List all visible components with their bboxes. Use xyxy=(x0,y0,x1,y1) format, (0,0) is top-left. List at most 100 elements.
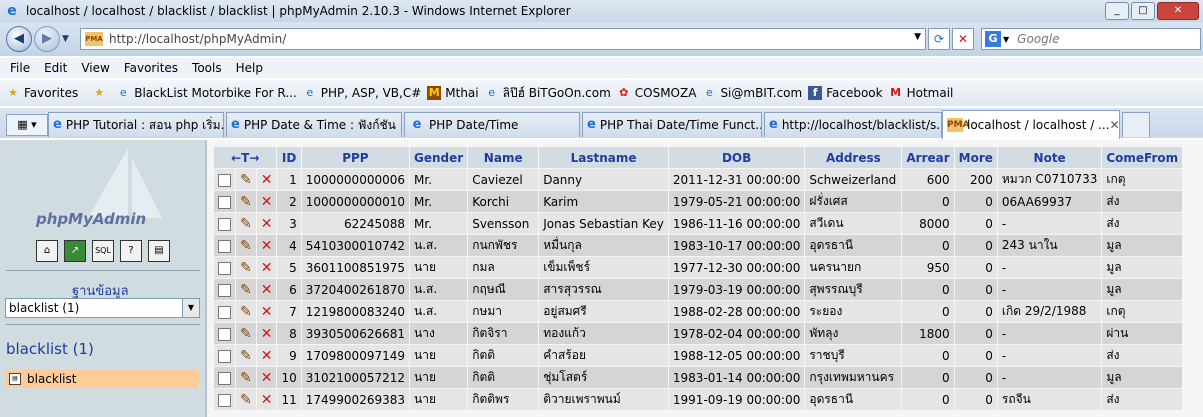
row-checkbox[interactable] xyxy=(218,195,231,209)
col-header-arrear[interactable]: Arrear xyxy=(902,147,954,168)
row-checkbox[interactable] xyxy=(218,305,231,319)
delete-icon[interactable]: ✕ xyxy=(261,238,273,254)
col-header-id[interactable]: ID xyxy=(277,147,301,168)
tab-phpmyadmin-active[interactable]: PMA localhost / localhost / ... ✕ xyxy=(942,110,1120,139)
database-title-link[interactable]: blacklist (1) xyxy=(6,340,94,358)
edit-pencil-icon[interactable]: ✎ xyxy=(240,260,252,276)
table-row[interactable]: ✎ ✕ 1 1000000000006 Mr. Caviezel Danny 2011-12-… xyxy=(214,169,1183,190)
table-row[interactable]: ✎ ✕ 5 3601100851975 นาย กมล เข็มเพ็ชร์ 1977-12-… xyxy=(214,257,1183,278)
row-checkbox[interactable] xyxy=(218,261,231,275)
chevron-down-icon[interactable]: ▼ xyxy=(182,299,199,317)
menu-favorites[interactable]: Favorites xyxy=(124,61,178,75)
google-icon[interactable]: G xyxy=(985,31,1001,47)
edit-pencil-icon[interactable]: ✎ xyxy=(240,392,252,408)
edit-pencil-icon[interactable]: ✎ xyxy=(240,348,252,364)
col-header-gender[interactable]: Gender xyxy=(410,147,468,168)
row-checkbox[interactable] xyxy=(218,327,231,341)
row-checkbox[interactable] xyxy=(218,173,231,187)
tab-php-tutorial[interactable]: e PHP Tutorial : สอน php เริ่ม... xyxy=(48,112,224,137)
tab-localhost-blacklist[interactable]: e http://localhost/blacklist/s... xyxy=(764,112,942,137)
edit-pencil-icon[interactable]: ✎ xyxy=(240,326,252,342)
edit-pencil-icon[interactable]: ✎ xyxy=(240,370,252,386)
search-box[interactable]: G ▼ xyxy=(981,28,1201,50)
fav-link-bitgoon[interactable]: e ลิป๊ฮ์ BiTGoOn.com xyxy=(485,84,611,103)
col-header-comefrom[interactable]: ComeFrom xyxy=(1102,147,1183,168)
table-row[interactable]: ✎ ✕ 6 3720400261870 น.ส. กฤษณี สารสุวรรณ 1979-0… xyxy=(214,279,1183,300)
table-row[interactable]: ✎ ✕ 7 1219800083240 น.ส. กษมา อยู่สมศรี 1988-02… xyxy=(214,301,1183,322)
row-checkbox[interactable] xyxy=(218,349,231,363)
fav-link-mthai[interactable]: M Mthai xyxy=(427,86,479,100)
delete-icon[interactable]: ✕ xyxy=(261,194,273,210)
quick-tabs-icon[interactable]: ▦ ▾ xyxy=(6,114,48,136)
stop-icon[interactable]: ✕ xyxy=(952,28,974,50)
table-row[interactable]: ✎ ✕ 2 1000000000010 Mr. Korchi Karim 1979-05-21… xyxy=(214,191,1183,212)
row-checkbox[interactable] xyxy=(218,393,231,407)
history-dropdown-icon[interactable]: ▼ xyxy=(62,34,69,44)
col-header-more[interactable]: More xyxy=(954,147,997,168)
edit-pencil-icon[interactable]: ✎ xyxy=(240,172,252,188)
col-header-name[interactable]: Name xyxy=(468,147,539,168)
search-provider-dropdown-icon[interactable]: ▼ xyxy=(1003,35,1009,44)
tab-php-date-time[interactable]: e PHP Date & Time : ฟังก์ชัน ... xyxy=(226,112,402,137)
help-icon[interactable]: ? xyxy=(120,240,142,262)
col-header-lastname[interactable]: Lastname xyxy=(539,147,668,168)
new-tab-button[interactable] xyxy=(1122,112,1150,137)
docs-icon[interactable]: ▤ xyxy=(148,240,170,262)
column-toggle-header[interactable]: ←T→ xyxy=(214,147,277,168)
logout-icon[interactable]: ↗ xyxy=(64,240,86,262)
row-checkbox[interactable] xyxy=(218,283,231,297)
edit-pencil-icon[interactable]: ✎ xyxy=(240,282,252,298)
table-row[interactable]: ✎ ✕ 10 3102100057212 นาย กิตติ ชุ่มโสตร์ 1983-0… xyxy=(214,367,1183,388)
delete-icon[interactable]: ✕ xyxy=(261,282,273,298)
delete-icon[interactable]: ✕ xyxy=(261,370,273,386)
row-checkbox[interactable] xyxy=(218,217,231,231)
close-tab-icon[interactable]: ✕ xyxy=(1110,118,1119,132)
address-field[interactable]: PMA http://localhost/phpMyAdmin/ ▼ xyxy=(80,28,926,50)
delete-icon[interactable]: ✕ xyxy=(261,260,273,276)
delete-icon[interactable]: ✕ xyxy=(261,216,273,232)
edit-pencil-icon[interactable]: ✎ xyxy=(240,304,252,320)
sidebar-item-blacklist[interactable]: ▤ blacklist xyxy=(5,370,199,388)
address-url[interactable]: http://localhost/phpMyAdmin/ xyxy=(109,32,286,46)
fav-link-facebook[interactable]: f Facebook xyxy=(808,86,883,100)
table-row[interactable]: ✎ ✕ 11 1749900269383 นาย กิตติพร ติวายเพราพนม์… xyxy=(214,389,1183,410)
delete-icon[interactable]: ✕ xyxy=(261,326,273,342)
table-row[interactable]: ✎ ✕ 9 1709800097149 นาย กิตติ คำสร้อย 1988-12-0… xyxy=(214,345,1183,366)
refresh-icon[interactable]: ⟳ xyxy=(928,28,950,50)
col-header-ppp[interactable]: PPP xyxy=(301,147,410,168)
forward-button[interactable]: ▶ xyxy=(34,26,60,52)
minimize-icon[interactable]: _ xyxy=(1105,2,1129,20)
row-checkbox[interactable] xyxy=(218,371,231,385)
menu-view[interactable]: View xyxy=(81,61,109,75)
close-window-icon[interactable]: ✕ xyxy=(1157,2,1199,20)
fav-link-hotmail[interactable]: M Hotmail xyxy=(889,86,953,100)
table-row[interactable]: ✎ ✕ 3 62245088 Mr. Svensson Jonas Sebastian Ke… xyxy=(214,213,1183,234)
tab-php-datetime[interactable]: e PHP Date/Time xyxy=(404,112,580,137)
edit-pencil-icon[interactable]: ✎ xyxy=(240,194,252,210)
delete-icon[interactable]: ✕ xyxy=(261,304,273,320)
row-checkbox[interactable] xyxy=(218,239,231,253)
search-input[interactable] xyxy=(1015,31,1200,47)
delete-icon[interactable]: ✕ xyxy=(261,392,273,408)
favorites-button[interactable]: ★ Favorites xyxy=(6,86,78,100)
edit-pencil-icon[interactable]: ✎ xyxy=(240,238,252,254)
delete-icon[interactable]: ✕ xyxy=(261,172,273,188)
fav-link-cosmoza[interactable]: ✿ COSMOZA xyxy=(617,86,696,100)
delete-icon[interactable]: ✕ xyxy=(261,348,273,364)
database-select[interactable]: blacklist (1) ▼ xyxy=(5,298,200,318)
add-favorite-button[interactable]: ★ xyxy=(92,86,110,100)
col-header-address[interactable]: Address xyxy=(805,147,902,168)
edit-pencil-icon[interactable]: ✎ xyxy=(240,216,252,232)
fav-link-php[interactable]: e PHP, ASP, VB,C# xyxy=(303,86,421,100)
fav-link-simbit[interactable]: e Si@mBIT.com xyxy=(702,86,802,100)
maximize-icon[interactable]: □ xyxy=(1131,2,1155,20)
home-icon[interactable]: ⌂ xyxy=(36,240,58,262)
table-row[interactable]: ✎ ✕ 4 5410300010742 น.ส. กนกพัชร หมื่นกุล 1983-… xyxy=(214,235,1183,256)
col-header-dob[interactable]: DOB xyxy=(668,147,805,168)
phpmyadmin-logo[interactable]: phpMyAdmin xyxy=(28,148,178,238)
back-button[interactable]: ◀ xyxy=(6,26,32,52)
menu-edit[interactable]: Edit xyxy=(44,61,67,75)
menu-file[interactable]: File xyxy=(10,61,30,75)
tab-php-thai-date[interactable]: e PHP Thai Date/Time Funct... xyxy=(582,112,762,137)
table-row[interactable]: ✎ ✕ 8 3930500626681 นาง กิตจิรา ทองแก้ว 1978-02… xyxy=(214,323,1183,344)
